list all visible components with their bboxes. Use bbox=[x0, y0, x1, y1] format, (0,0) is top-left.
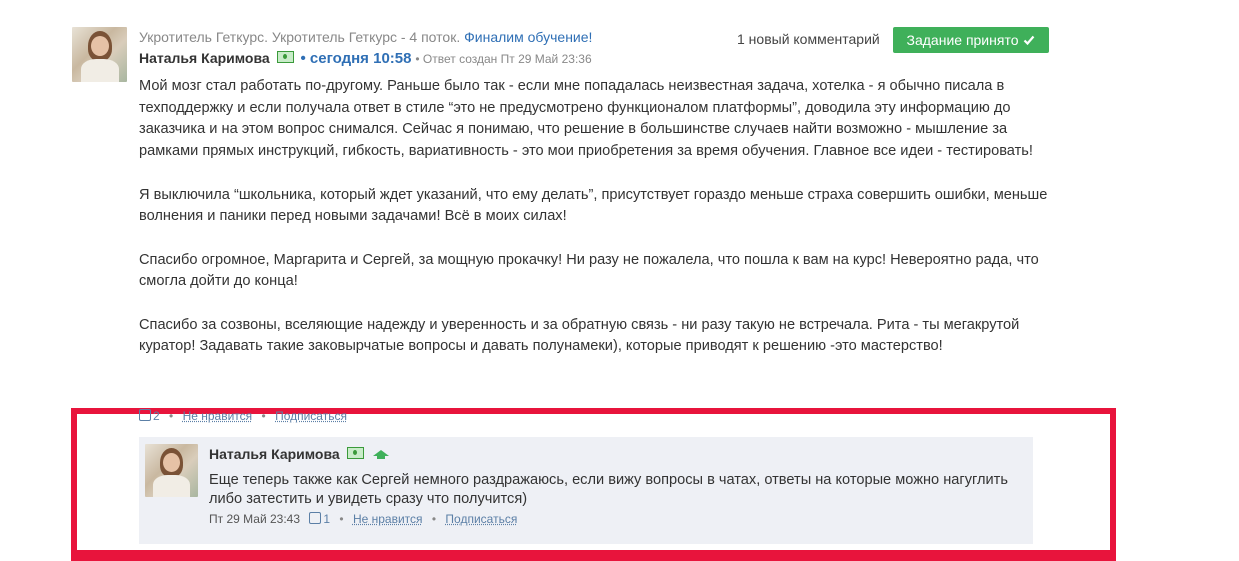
post-time-link[interactable]: • сегодня 10:58 bbox=[300, 50, 411, 67]
lesson-link[interactable]: Финалим обучение! bbox=[464, 29, 592, 45]
reply-actions: Пт 29 Май 23:43 1 • Не нравится • Подпис… bbox=[209, 512, 518, 526]
money-icon bbox=[346, 447, 364, 459]
graduation-cap-icon bbox=[373, 450, 390, 459]
post-dislike-link[interactable]: Не нравится bbox=[183, 409, 253, 423]
reply-author-line: Наталья Каримова bbox=[209, 446, 390, 462]
new-comments-count[interactable]: 1 новый комментарий bbox=[737, 31, 880, 47]
task-accepted-button[interactable]: Задание принято bbox=[893, 27, 1049, 53]
author-avatar[interactable] bbox=[72, 27, 127, 82]
created-timestamp: • Ответ создан Пт 29 Май 23:36 bbox=[415, 52, 592, 66]
reply-like-count: 1 bbox=[323, 512, 331, 526]
post-subscribe-link[interactable]: Подписаться bbox=[275, 409, 347, 423]
reply-subscribe-link[interactable]: Подписаться bbox=[445, 512, 517, 526]
author-name[interactable]: Наталья Каримова bbox=[139, 50, 270, 66]
reply-text: Еще теперь также как Сергей немного разд… bbox=[209, 472, 1008, 507]
reply-dislike-link[interactable]: Не нравится bbox=[353, 512, 423, 526]
post-like-count: 2 bbox=[153, 409, 160, 423]
money-icon bbox=[276, 51, 294, 63]
thumbs-up-icon[interactable] bbox=[309, 512, 322, 524]
reply-date: Пт 29 Май 23:43 bbox=[209, 512, 301, 526]
post-paragraph: Спасибо за созвоны, вселяющие надежду и … bbox=[139, 316, 1020, 355]
post-body: Мой мозг стал работать по-другому. Раньш… bbox=[139, 76, 1059, 380]
reply-author-avatar[interactable] bbox=[145, 444, 198, 497]
reply-author-name[interactable]: Наталья Каримова bbox=[209, 446, 340, 462]
course-name: Укротитель Геткурс. Укротитель Геткурс -… bbox=[139, 29, 461, 45]
post-paragraph: Спасибо огромное, Маргарита и Сергей, за… bbox=[139, 251, 1039, 290]
post-actions: 2 • Не нравится • Подписаться bbox=[139, 409, 347, 423]
post-breadcrumb: Укротитель Геткурс. Укротитель Геткурс -… bbox=[139, 29, 592, 45]
post-author-line: Наталья Каримова • сегодня 10:58 • Ответ… bbox=[139, 50, 592, 67]
post-paragraph: Мой мозг стал работать по-другому. Раньш… bbox=[139, 78, 1033, 160]
task-accepted-label: Задание принято bbox=[906, 32, 1019, 48]
thumbs-up-icon[interactable] bbox=[139, 409, 151, 421]
check-icon bbox=[1024, 35, 1035, 46]
post-paragraph: Я выключила “школьника, который ждет ука… bbox=[139, 186, 1048, 225]
